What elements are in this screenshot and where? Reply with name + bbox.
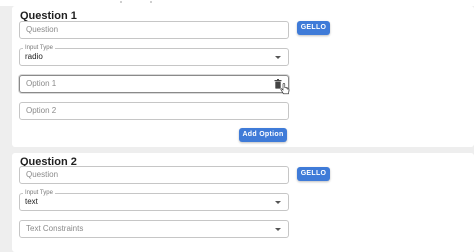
question-card-2: Question 2 Question GELLO Input Type tex…: [12, 153, 474, 252]
input-type-label: Input Type: [23, 189, 55, 197]
question-card-1: Question 1 Question GELLO Input Type rad…: [12, 6, 474, 147]
add-option-button[interactable]: Add Option: [239, 128, 287, 142]
input-type-select[interactable]: Input Type text: [19, 189, 289, 211]
gello-button[interactable]: GELLO: [297, 167, 330, 181]
divider-dot: [120, 1, 122, 3]
hand-cursor-icon: [280, 83, 290, 95]
input-type-value: text: [25, 197, 38, 206]
text-constraints-select[interactable]: Text Constraints: [19, 220, 289, 238]
question-input[interactable]: Question: [19, 21, 289, 39]
question-input[interactable]: Question: [19, 166, 289, 184]
input-type-value: radio: [25, 52, 43, 61]
chevron-down-icon[interactable]: [275, 228, 281, 231]
divider-dot: [150, 1, 152, 3]
option-input-2[interactable]: Option 2: [19, 102, 289, 120]
question-placeholder: Question: [26, 25, 59, 34]
text-constraints-placeholder: Text Constraints: [26, 224, 84, 233]
option-placeholder: Option 2: [26, 106, 57, 115]
input-type-select[interactable]: Input Type radio: [19, 44, 289, 66]
option-input-1[interactable]: Option 1: [19, 75, 289, 93]
chevron-down-icon[interactable]: [275, 56, 281, 59]
gello-button[interactable]: GELLO: [297, 21, 330, 35]
chevron-down-icon[interactable]: [275, 201, 281, 204]
question-placeholder: Question: [26, 170, 59, 179]
input-type-label: Input Type: [23, 44, 55, 52]
option-placeholder: Option 1: [26, 79, 57, 88]
